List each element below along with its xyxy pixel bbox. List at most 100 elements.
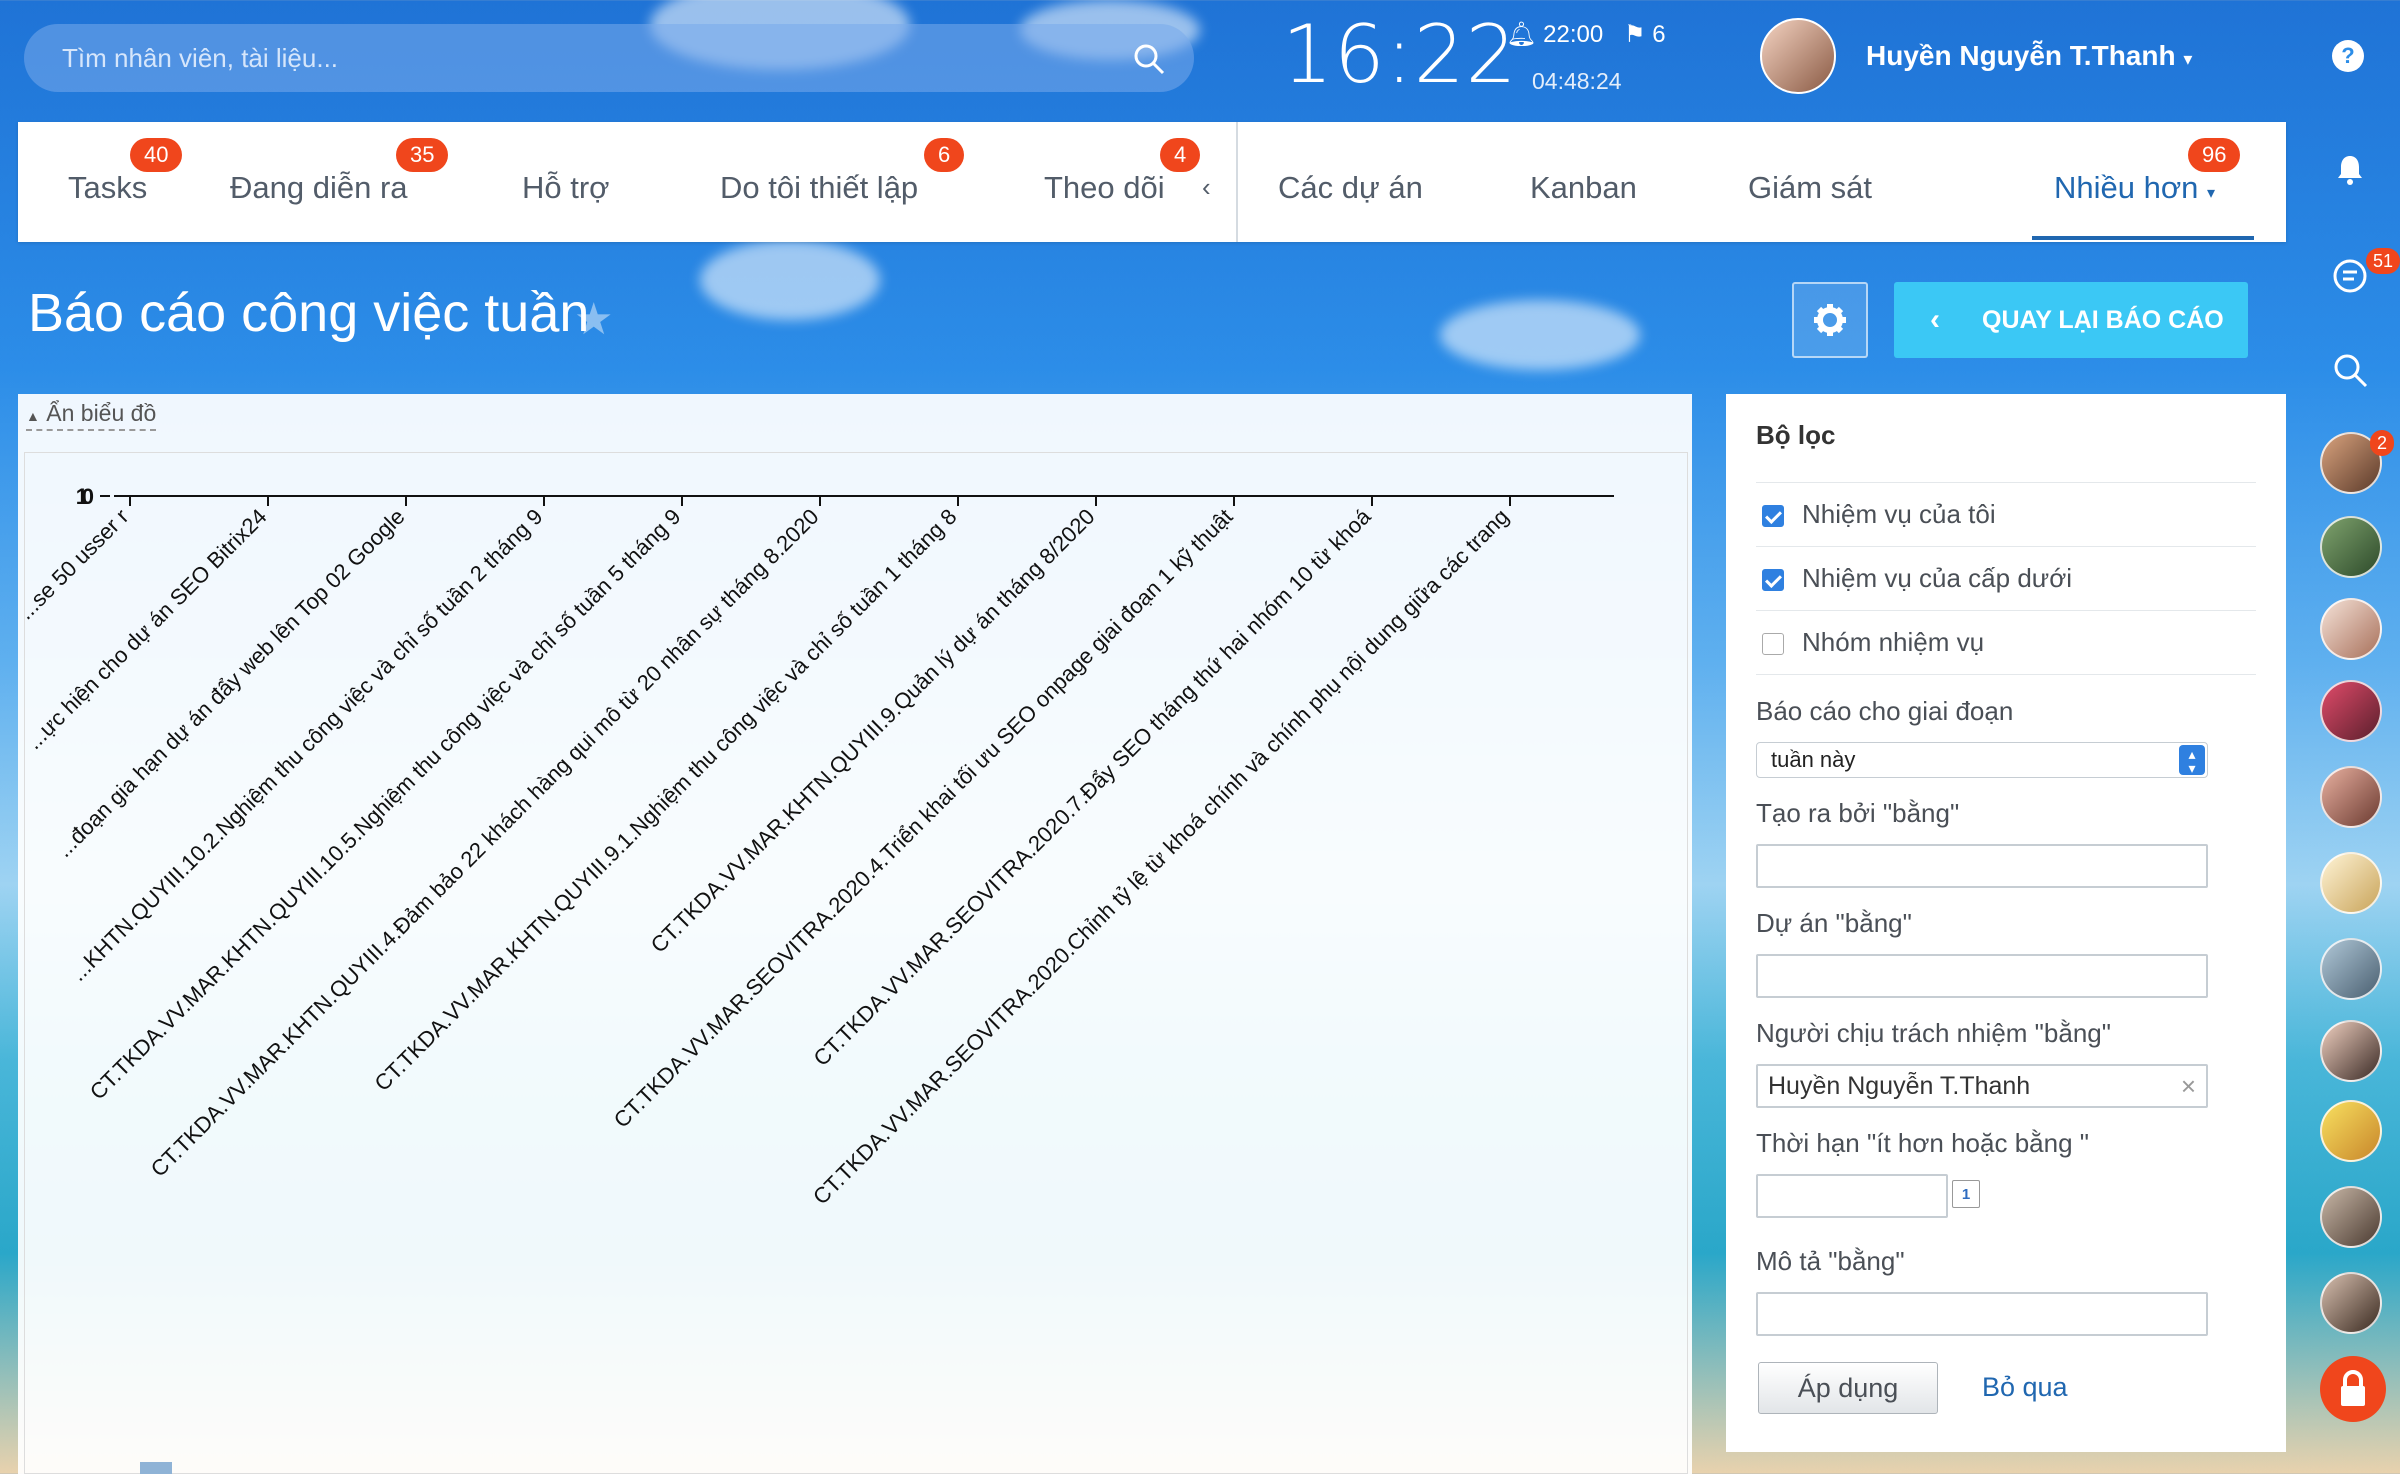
responsible-input[interactable]: Huyền Nguyễn T.Thanh × xyxy=(1756,1064,2208,1108)
alarm-time: 22:00 xyxy=(1543,21,1604,48)
contact-avatar[interactable] xyxy=(2320,1020,2382,1082)
chevron-left-icon: ‹ xyxy=(1930,303,1940,336)
bell-icon: 🔔︎ xyxy=(1506,21,1537,48)
back-to-reports-label: QUAY LẠI BÁO CÁO xyxy=(1982,306,2224,334)
x-tick-label: CT.TKDA.VV.MAR.SEOVITRA.2020.Chỉnh tỷ lệ… xyxy=(808,504,1513,1209)
responsible-label: Người chịu trách nhiệm "bằng" xyxy=(1756,1018,2111,1048)
contact-avatar[interactable] xyxy=(2320,680,2382,742)
deadline-input[interactable] xyxy=(1756,1174,1948,1218)
search-icon[interactable] xyxy=(1132,42,1166,76)
y-tick-label: 0 xyxy=(82,484,94,509)
tab-more[interactable]: Nhiều hơn ▾ xyxy=(2054,170,2215,206)
filter-separator xyxy=(1756,674,2256,675)
contact-avatar[interactable] xyxy=(2320,516,2382,578)
filter-title: Bộ lọc xyxy=(1756,420,1836,450)
period-label: Báo cáo cho giai đoạn xyxy=(1756,696,2014,726)
legend-swatch xyxy=(140,1462,172,1474)
clear-icon[interactable]: × xyxy=(2181,1066,2196,1106)
responsible-value: Huyền Nguyễn T.Thanh xyxy=(1768,1072,2031,1100)
hide-chart-link[interactable]: ▲ Ẩn biểu đồ xyxy=(26,400,157,431)
tab-created-by-me[interactable]: Do tôi thiết lập xyxy=(720,170,918,206)
my-tasks-checkbox[interactable] xyxy=(1762,505,1784,527)
lock-icon xyxy=(2341,1370,2365,1406)
contact-badge: 2 xyxy=(2370,430,2395,456)
search-bar[interactable] xyxy=(24,24,1194,92)
search-icon[interactable] xyxy=(2330,350,2370,390)
filter-task-group[interactable]: Nhóm nhiệm vụ xyxy=(1756,610,2256,674)
created-by-label: Tạo ra bởi "bằng" xyxy=(1756,798,1960,828)
period-select[interactable]: tuần này ▴ ▾ xyxy=(1756,742,2208,778)
tab-support[interactable]: Hỗ trợ xyxy=(522,170,610,206)
bell-icon[interactable] xyxy=(2330,150,2370,190)
back-to-reports-button[interactable]: ‹ QUAY LẠI BÁO CÁO xyxy=(1894,282,2248,358)
x-tick-label: ...se 50 usser r xyxy=(24,504,134,625)
tab-tasks-badge: 40 xyxy=(130,138,183,172)
tab-ongoing-badge: 35 xyxy=(396,138,449,172)
skip-link[interactable]: Bỏ qua xyxy=(1982,1372,2068,1403)
description-label: Mô tả "bằng" xyxy=(1756,1246,1905,1276)
caret-down-icon: ▾ xyxy=(2207,185,2216,202)
x-tick-label: ...ực hiện cho dự án SEO Bitrix24 xyxy=(24,504,272,754)
project-input[interactable] xyxy=(1756,954,2208,998)
tab-created-by-me-badge: 6 xyxy=(924,138,965,172)
contact-avatar[interactable] xyxy=(2320,766,2382,828)
created-by-input[interactable] xyxy=(1756,844,2208,888)
task-group-label: Nhóm nhiệm vụ xyxy=(1802,627,1985,657)
caret-up-icon: ▲ xyxy=(26,408,40,424)
settings-button[interactable] xyxy=(1792,282,1868,358)
x-tick-label: CT.TKDA.VV.MAR.SEOVITRA.2020.4.Triển kha… xyxy=(609,504,1238,1133)
bar-chart: 10...se 50 usser r...ực hiện cho dự án S… xyxy=(24,484,1614,1209)
search-input[interactable] xyxy=(62,24,1062,92)
tab-more-badge: 96 xyxy=(2188,138,2241,172)
star-icon[interactable]: ★ xyxy=(574,294,613,345)
work-timer: 04:48:24 xyxy=(1532,68,1622,94)
help-icon[interactable]: ? xyxy=(2332,40,2364,72)
tab-ongoing[interactable]: Đang diễn ra xyxy=(230,170,408,206)
caret-down-icon: ▾ xyxy=(2183,49,2193,69)
task-group-checkbox[interactable] xyxy=(1762,633,1784,655)
tab-divider xyxy=(1236,122,1238,242)
user-avatar[interactable] xyxy=(1760,18,1836,94)
subordinate-tasks-checkbox[interactable] xyxy=(1762,569,1784,591)
tab-kanban[interactable]: Kanban xyxy=(1530,170,1637,206)
active-tab-indicator xyxy=(2032,236,2254,240)
filter-my-tasks[interactable]: Nhiệm vụ của tôi xyxy=(1756,482,2256,546)
select-arrows-icon: ▴ ▾ xyxy=(2179,745,2205,775)
filter-subordinate-tasks[interactable]: Nhiệm vụ của cấp dưới xyxy=(1756,546,2256,610)
contact-avatar[interactable] xyxy=(2320,1100,2382,1162)
contact-avatar[interactable] xyxy=(2320,938,2382,1000)
x-tick-label: ...KHTN.QUYIII.10.2.Nghiệm thu công việc… xyxy=(66,504,548,986)
flag-indicator[interactable]: ⚑ 6 xyxy=(1624,20,1666,49)
flag-count: 6 xyxy=(1652,21,1666,48)
gear-icon xyxy=(1814,304,1846,336)
tab-bar: Tasks 40 Đang diễn ra 35 Hỗ trợ Do tôi t… xyxy=(18,122,2286,242)
tab-following[interactable]: Theo dõi xyxy=(1044,170,1165,206)
x-tick-label: CT.TKDA.VV.MAR.KHTN.QUYIII.4.Đảm bảo 22 … xyxy=(146,504,824,1182)
tab-tasks[interactable]: Tasks xyxy=(68,170,147,206)
project-label: Dự án "bằng" xyxy=(1756,908,1912,938)
calendar-icon[interactable]: 1 xyxy=(1952,1180,1980,1208)
contact-avatar[interactable] xyxy=(2320,852,2382,914)
tab-supervise[interactable]: Giám sát xyxy=(1748,170,1872,206)
deadline-label: Thời hạn "ít hơn hoặc bằng " xyxy=(1756,1128,2089,1158)
tab-following-badge: 4 xyxy=(1160,138,1201,172)
lock-button[interactable] xyxy=(2320,1356,2386,1422)
page-title: Báo cáo công việc tuần xyxy=(28,283,590,343)
contact-avatar[interactable] xyxy=(2320,598,2382,660)
my-tasks-label: Nhiệm vụ của tôi xyxy=(1802,499,1996,529)
x-tick-label: CT.TKDA.VV.MAR.KHTN.QUYIII.9.Quản lý dự … xyxy=(646,504,1100,958)
user-name: Huyền Nguyễn T.Thanh xyxy=(1866,40,2176,71)
chat-icon[interactable] xyxy=(2330,256,2370,296)
clock: 16:22 xyxy=(1282,8,1518,101)
apply-button[interactable]: Áp dụng xyxy=(1758,1362,1938,1414)
description-input[interactable] xyxy=(1756,1292,2208,1336)
chevron-left-icon[interactable]: ‹ xyxy=(1202,172,1211,203)
contact-avatar[interactable] xyxy=(2320,1186,2382,1248)
alarm-indicator[interactable]: 🔔︎ 22:00 xyxy=(1506,20,1603,49)
tab-projects[interactable]: Các dự án xyxy=(1278,170,1423,206)
subordinate-tasks-label: Nhiệm vụ của cấp dưới xyxy=(1802,563,2073,593)
period-value: tuần này xyxy=(1771,747,1856,772)
flag-icon: ⚑ xyxy=(1624,21,1646,48)
contact-avatar[interactable] xyxy=(2320,1272,2382,1334)
user-menu[interactable]: Huyền Nguyễn T.Thanh ▾ xyxy=(1866,40,2192,72)
